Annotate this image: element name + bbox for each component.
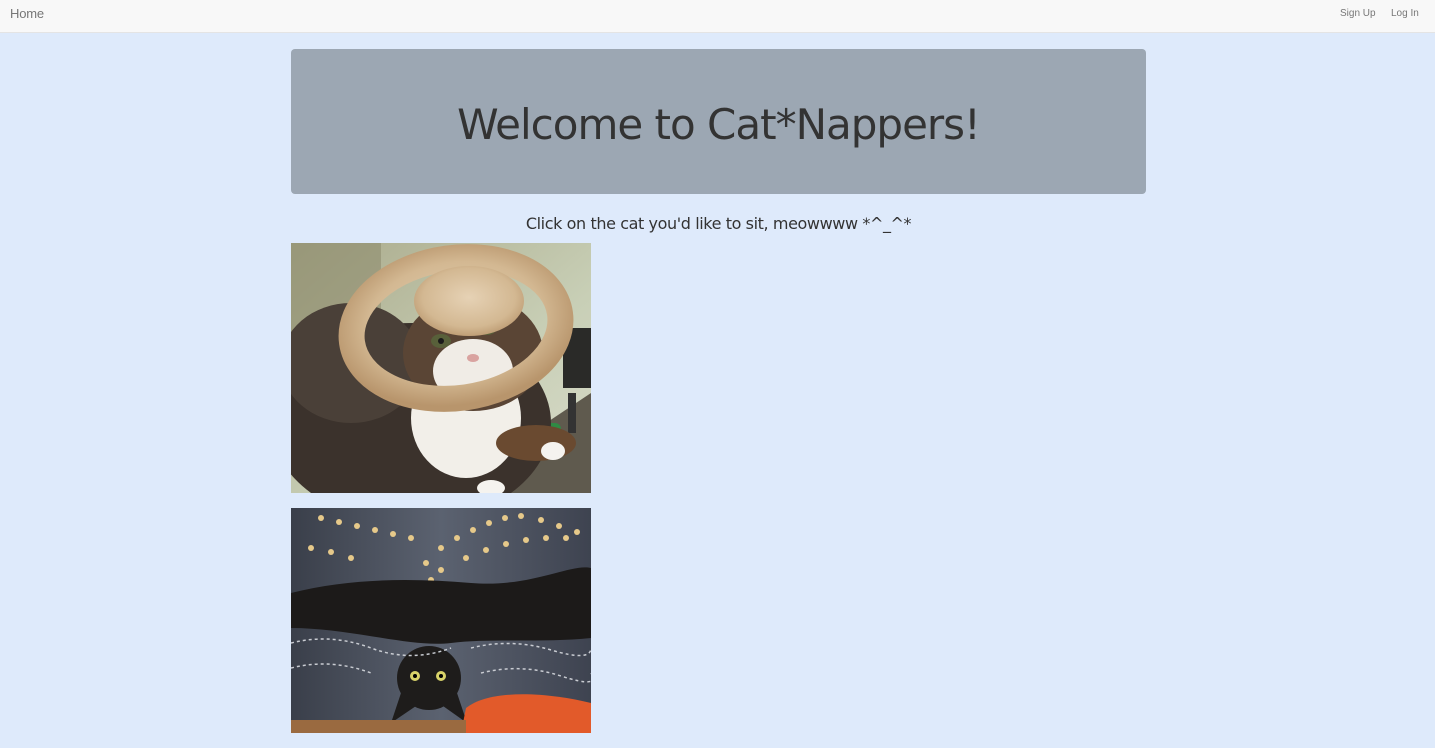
- cat-selection-prompt: Click on the cat you'd like to sit, meow…: [525, 214, 912, 233]
- nav-home-link[interactable]: Home: [10, 6, 44, 21]
- nav-signup-link[interactable]: Sign Up: [1340, 8, 1376, 19]
- cat-photo-bread-hat[interactable]: [291, 243, 591, 493]
- cat-photo-upside-down[interactable]: [291, 508, 591, 733]
- cat-photo-upside-down-image: [291, 508, 591, 733]
- page-title: Welcome to Cat*Nappers!: [457, 100, 981, 149]
- nav-login-link[interactable]: Log In: [1391, 8, 1419, 19]
- welcome-banner: Welcome to Cat*Nappers!: [291, 49, 1146, 194]
- top-navbar: Home Sign Up Log In: [0, 0, 1435, 33]
- cat-photo-bread-hat-image: [291, 243, 591, 493]
